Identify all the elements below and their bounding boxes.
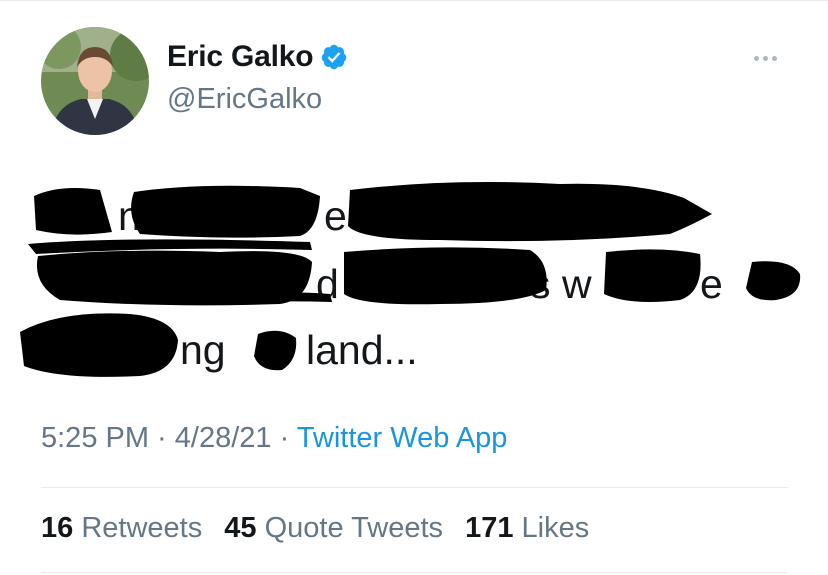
text-fragment: w: [562, 261, 592, 307]
text-fragment: e: [700, 261, 723, 307]
stats-divider-top: [41, 487, 788, 488]
quote-tweets-label: Quote Tweets: [264, 512, 444, 544]
tweet-text: n e d s w e ng land...: [0, 170, 828, 380]
text-fragment: s: [530, 261, 551, 307]
likes-count: 171: [465, 512, 514, 544]
stats-divider-bottom: [41, 572, 788, 573]
top-divider: [0, 0, 828, 1]
text-fragment: land...: [306, 327, 418, 373]
retweets-label: Retweets: [81, 512, 203, 544]
more-options-icon[interactable]: [754, 56, 777, 61]
text-fragment: n: [118, 193, 141, 239]
tweet-time[interactable]: 5:25 PM: [41, 422, 149, 454]
quote-tweets-count: 45: [224, 512, 257, 544]
likes-count-link[interactable]: 171 Likes: [465, 512, 589, 544]
tweet-date[interactable]: 4/28/21: [175, 422, 272, 454]
avatar[interactable]: [41, 27, 149, 135]
tweet-source-link[interactable]: Twitter Web App: [297, 422, 508, 454]
verified-badge-icon: [320, 43, 348, 71]
text-fragment: d: [316, 261, 339, 307]
likes-label: Likes: [521, 512, 590, 544]
text-fragment: ng: [180, 327, 226, 373]
meta-separator: ·: [149, 422, 175, 454]
display-name[interactable]: Eric Galko: [167, 40, 314, 74]
retweets-count-link[interactable]: 16 Retweets: [41, 512, 202, 544]
text-fragment: e: [324, 193, 347, 239]
meta-separator: ·: [271, 422, 297, 454]
user-handle[interactable]: @EricGalko: [167, 83, 322, 116]
quote-tweets-count-link[interactable]: 45 Quote Tweets: [224, 512, 443, 544]
tweet-stats: 16 Retweets 45 Quote Tweets 171 Likes: [41, 512, 603, 545]
tweet-meta: 5:25 PM · 4/28/21 · Twitter Web App: [41, 422, 507, 455]
retweets-count: 16: [41, 512, 74, 544]
